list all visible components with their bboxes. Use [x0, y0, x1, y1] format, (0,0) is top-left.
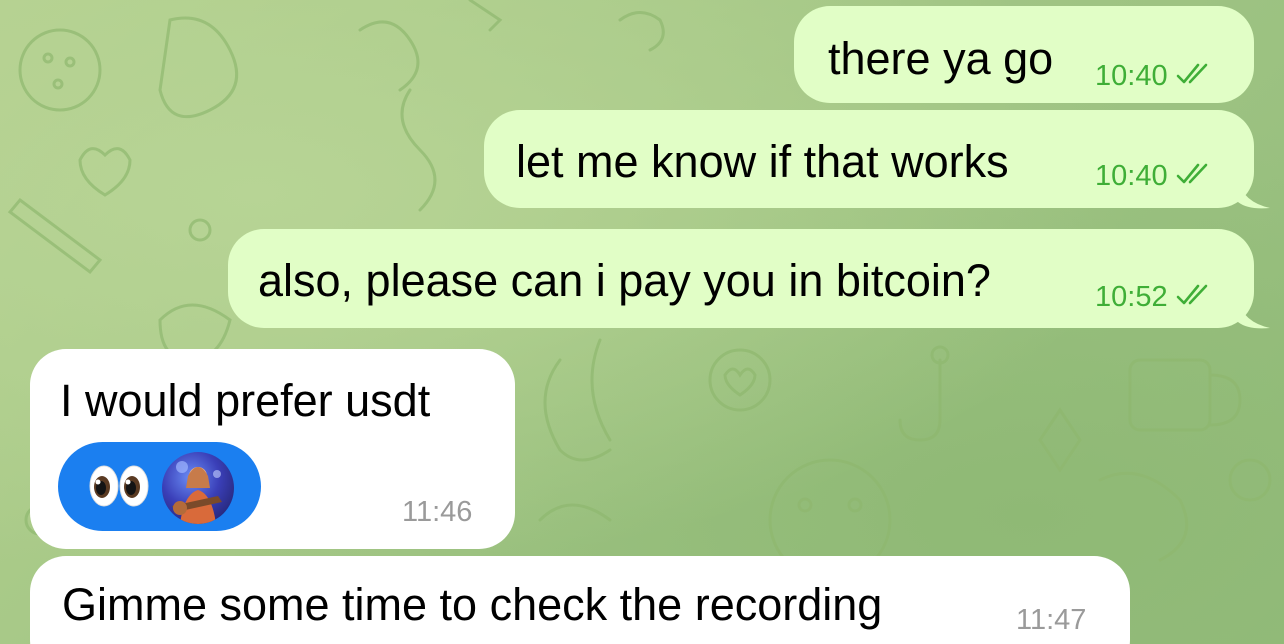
reaction-pill[interactable]: [58, 442, 261, 531]
message-time: 11:46: [402, 496, 473, 528]
message-time: 10:40: [1095, 60, 1168, 92]
outgoing-message-bubble[interactable]: there ya go 10:40: [794, 6, 1254, 103]
outgoing-message-bubble[interactable]: also, please can i pay you in bitcoin? 1…: [228, 229, 1254, 328]
message-text: Gimme some time to check the recording: [62, 579, 883, 630]
message-time: 11:47: [1016, 604, 1087, 636]
message-text: also, please can i pay you in bitcoin?: [258, 255, 991, 306]
outgoing-message-bubble[interactable]: let me know if that works 10:40: [484, 110, 1254, 208]
message-time: 10:40: [1095, 160, 1168, 192]
eyes-emoji-icon: [89, 465, 149, 507]
read-double-check-icon: [1176, 284, 1208, 305]
read-double-check-icon: [1176, 63, 1208, 84]
message-text: let me know if that works: [516, 136, 1009, 187]
avatar: [162, 452, 234, 524]
avatar-photo-icon: [172, 461, 222, 524]
incoming-message-bubble[interactable]: Gimme some time to check the recording 1…: [30, 556, 1130, 644]
message-text: I would prefer usdt: [60, 375, 431, 426]
message-text: there ya go: [828, 33, 1054, 84]
bubble-tail-icon: [1238, 180, 1270, 209]
message-time: 10:52: [1095, 281, 1168, 313]
read-double-check-icon: [1176, 163, 1208, 184]
bubble-tail-icon: [1238, 300, 1270, 329]
